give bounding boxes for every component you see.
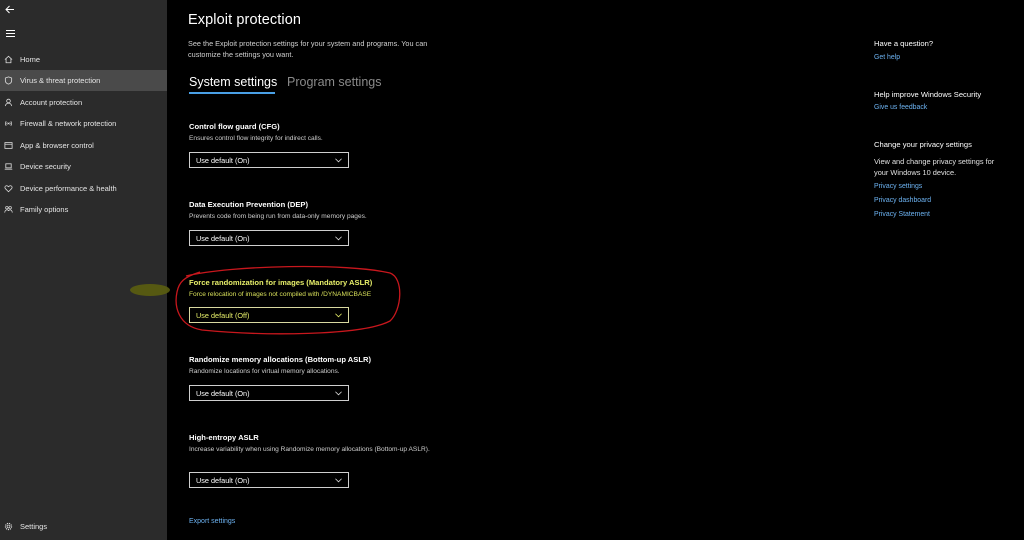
sidebar-item-label: Family options xyxy=(20,205,69,214)
page-title: Exploit protection xyxy=(188,12,302,28)
sidebar-item-label: Account protection xyxy=(20,98,83,107)
privacy-heading: Change your privacy settings xyxy=(874,140,972,149)
chevron-down-icon xyxy=(335,156,342,165)
back-arrow-icon[interactable] xyxy=(2,2,18,16)
sidebar-item-app-browser-control[interactable]: App & browser control xyxy=(0,135,167,156)
setting-dep: Data Execution Prevention (DEP) Prevents… xyxy=(189,200,609,221)
red-annotation-ellipse xyxy=(175,265,401,335)
wifi-icon xyxy=(4,119,13,128)
setting-cfg: Control flow guard (CFG) Ensures control… xyxy=(189,122,609,143)
dropdown-value: Use default (On) xyxy=(196,155,250,165)
tab-system-settings[interactable]: System settings xyxy=(189,75,277,89)
setting-high-entropy-aslr: High-entropy ASLR Increase variability w… xyxy=(189,433,444,454)
chevron-down-icon xyxy=(335,389,342,398)
setting-title: Randomize memory allocations (Bottom-up … xyxy=(189,355,371,364)
setting-description: Randomize locations for virtual memory a… xyxy=(189,368,340,375)
export-settings-link[interactable]: Export settings xyxy=(189,518,235,525)
dropdown-value: Use default (On) xyxy=(196,475,250,485)
sidebar-item-settings[interactable]: Settings xyxy=(0,516,167,537)
feedback-link[interactable]: Give us feedback xyxy=(874,104,927,111)
gear-icon xyxy=(4,522,13,531)
windows-security-window: Home Virus & threat protection Account p… xyxy=(0,0,1024,540)
sidebar-item-account-protection[interactable]: Account protection xyxy=(0,92,167,113)
heart-icon xyxy=(4,184,13,193)
cfg-dropdown[interactable]: Use default (On) xyxy=(189,152,349,168)
setting-description: Increase variability when using Randomiz… xyxy=(189,446,430,453)
setting-title: Data Execution Prevention (DEP) xyxy=(189,200,308,209)
person-icon xyxy=(4,98,13,107)
sidebar-item-firewall[interactable]: Firewall & network protection xyxy=(0,113,167,134)
yellow-marker-smudge xyxy=(130,284,170,296)
hamburger-menu-icon[interactable] xyxy=(2,26,18,40)
sidebar: Home Virus & threat protection Account p… xyxy=(0,0,167,540)
setting-description: Prevents code from being run from data-o… xyxy=(189,213,367,220)
setting-description: Ensures control flow integrity for indir… xyxy=(189,135,323,142)
sidebar-item-device-performance[interactable]: Device performance & health xyxy=(0,178,167,199)
sidebar-item-label: Device security xyxy=(20,162,71,171)
active-tab-indicator xyxy=(189,92,275,94)
privacy-dashboard-link[interactable]: Privacy dashboard xyxy=(874,197,931,204)
sidebar-item-label: Home xyxy=(20,55,41,64)
setting-bottom-up-aslr: Randomize memory allocations (Bottom-up … xyxy=(189,355,609,376)
sidebar-item-label: App & browser control xyxy=(20,141,94,150)
bottom-up-aslr-dropdown[interactable]: Use default (On) xyxy=(189,385,349,401)
question-heading: Have a question? xyxy=(874,39,934,48)
setting-title: High-entropy ASLR xyxy=(189,433,259,442)
sidebar-item-label: Device performance & health xyxy=(20,184,117,193)
sidebar-item-home[interactable]: Home xyxy=(0,49,167,70)
dropdown-value: Use default (On) xyxy=(196,388,250,398)
sidebar-item-virus-threat-protection[interactable]: Virus & threat protection xyxy=(0,70,167,91)
chevron-down-icon xyxy=(335,234,342,243)
privacy-statement-link[interactable]: Privacy Statement xyxy=(874,211,930,218)
dropdown-value: Use default (On) xyxy=(196,233,250,243)
sidebar-item-device-security[interactable]: Device security xyxy=(0,156,167,177)
shield-icon xyxy=(4,76,13,85)
laptop-icon xyxy=(4,162,13,171)
window-icon xyxy=(4,141,13,150)
family-icon xyxy=(4,205,13,214)
home-icon xyxy=(4,55,13,64)
sidebar-item-label: Virus & threat protection xyxy=(20,76,101,85)
page-description: See the Exploit protection settings for … xyxy=(188,39,428,59)
sidebar-item-label: Firewall & network protection xyxy=(20,119,117,128)
privacy-settings-link[interactable]: Privacy settings xyxy=(874,183,922,190)
dep-dropdown[interactable]: Use default (On) xyxy=(189,230,349,246)
improve-heading: Help improve Windows Security xyxy=(874,90,982,99)
high-entropy-aslr-dropdown[interactable]: Use default (On) xyxy=(189,472,349,488)
sidebar-item-family-options[interactable]: Family options xyxy=(0,199,167,220)
sidebar-item-label: Settings xyxy=(20,522,48,531)
tab-program-settings[interactable]: Program settings xyxy=(287,75,381,89)
chevron-down-icon xyxy=(335,476,342,485)
setting-title: Control flow guard (CFG) xyxy=(189,122,280,131)
get-help-link[interactable]: Get help xyxy=(874,54,900,61)
privacy-description: View and change privacy settings for you… xyxy=(874,157,995,177)
